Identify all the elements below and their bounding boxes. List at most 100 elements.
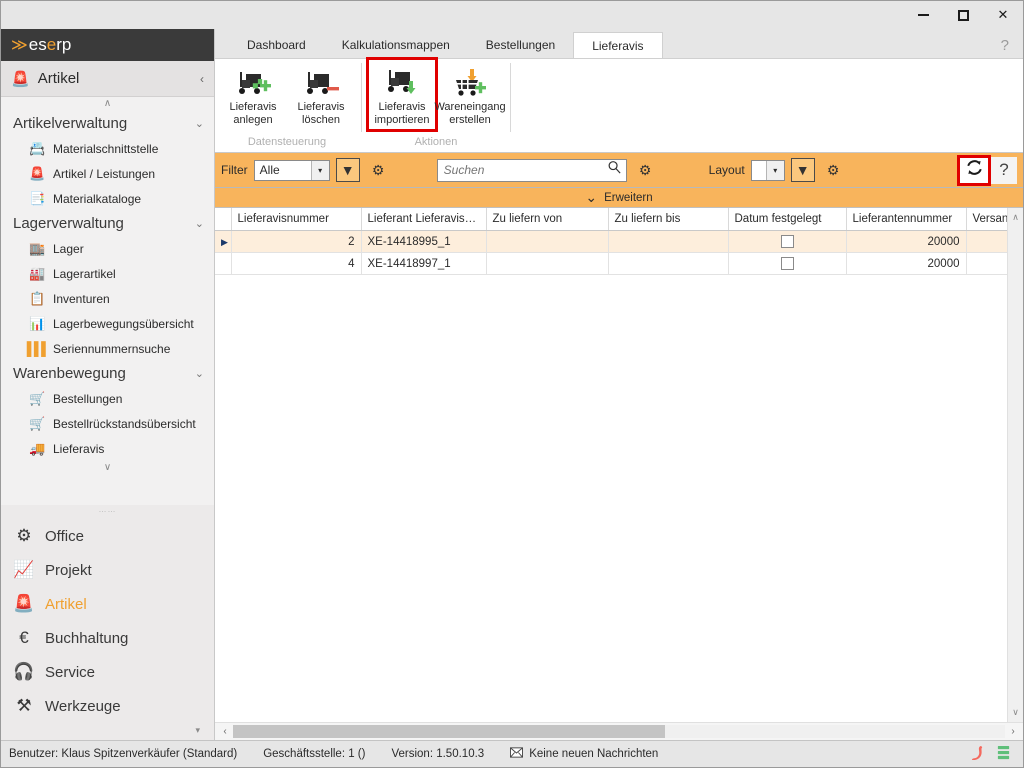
- hscroll-thumb[interactable]: [233, 725, 666, 738]
- tab-kalkulationsmappen[interactable]: Kalkulationsmappen: [324, 32, 468, 58]
- search-box[interactable]: [436, 158, 627, 182]
- gear-icon: ⚙: [826, 161, 840, 178]
- module-item-projekt[interactable]: 📈 Projekt: [1, 553, 214, 587]
- sidebar-item-label: Materialschnittstelle: [53, 141, 159, 156]
- row-indicator: ▶: [215, 230, 232, 253]
- tab-label: Dashboard: [247, 38, 306, 52]
- phone-icon[interactable]: [971, 745, 986, 764]
- sidebar-item-lager[interactable]: 🏬 Lager: [1, 236, 214, 261]
- nav-group-warenbewegung[interactable]: Warenbewegung ⌄: [1, 361, 214, 386]
- sidebar-item-label: Bestellrückstandsübersicht: [53, 416, 196, 431]
- layout-dropdown[interactable]: ▾: [750, 159, 785, 181]
- module-item-service[interactable]: 🎧 Service: [1, 655, 214, 689]
- column-header-versand[interactable]: Versand: [966, 208, 1007, 231]
- column-header-lieferant-lieferavisnummer[interactable]: Lieferant Lieferavisn...: [361, 208, 487, 231]
- lieferavis-importieren-button[interactable]: Lieferavis importieren: [366, 57, 438, 132]
- sidebar-item-lieferavis[interactable]: 🚚 Lieferavis: [1, 436, 214, 461]
- sidebar-item-inventuren[interactable]: 📋 Inventuren: [1, 286, 214, 311]
- grid-horizontal-scrollbar[interactable]: ‹ ›: [215, 722, 1023, 740]
- scroll-right-icon[interactable]: ›: [1005, 726, 1021, 737]
- cart-plus-icon: [450, 65, 490, 101]
- module-label: Artikel: [45, 595, 87, 613]
- module-item-artikel[interactable]: 🚨 Artikel: [1, 587, 214, 621]
- table-row[interactable]: ▶ 2 XE-14418995_1 20000: [215, 230, 1007, 253]
- cell-lieferavisnummer: 2: [231, 230, 362, 253]
- lieferavis-loeschen-button[interactable]: Lieferavis löschen: [287, 59, 355, 130]
- module-item-werkzeuge[interactable]: ⚒ Werkzeuge: [1, 689, 214, 723]
- sidebar-resize-grip[interactable]: ……: [1, 505, 214, 515]
- refresh-icon: [965, 158, 984, 182]
- nav-group-label: Warenbewegung: [13, 365, 126, 382]
- nav-scroll-up-icon[interactable]: ∧: [1, 97, 214, 111]
- sidebar-item-seriennummernsuche[interactable]: ▌▌▌ Seriennummernsuche: [1, 336, 214, 361]
- tab-label: Bestellungen: [485, 38, 556, 52]
- close-button[interactable]: ✕: [983, 1, 1023, 29]
- column-header-lieferavisnummer[interactable]: Lieferavisnummer: [231, 208, 362, 231]
- nav-group-artikelverwaltung[interactable]: Artikelverwaltung ⌄: [1, 111, 214, 136]
- search-input[interactable]: [443, 163, 607, 177]
- hscroll-track[interactable]: [233, 725, 1005, 738]
- sidebar-item-lagerbewegungsuebersicht[interactable]: 📊 Lagerbewegungsübersicht: [1, 311, 214, 336]
- nav-scroll-down-icon[interactable]: ∨: [1, 461, 214, 475]
- module-item-office[interactable]: ⚙ Office: [1, 519, 214, 553]
- nav-group-lagerverwaltung[interactable]: Lagerverwaltung ⌄: [1, 211, 214, 236]
- search-icon[interactable]: [607, 160, 622, 180]
- cell-datum-festgelegt[interactable]: [728, 252, 847, 275]
- sidebar-item-artikel-leistungen[interactable]: 🚨 Artikel / Leistungen: [1, 161, 214, 186]
- sidebar-item-materialkataloge[interactable]: 📑 Materialkataloge: [1, 186, 214, 211]
- materialkataloge-icon: 📑: [29, 190, 46, 206]
- layout-funnel-button[interactable]: ▼: [790, 158, 815, 182]
- sidebar-item-bestellrueckstandsuebersicht[interactable]: 🛒 Bestellrückstandsübersicht: [1, 411, 214, 436]
- module-item-buchhaltung[interactable]: € Buchhaltung: [1, 621, 214, 655]
- funnel-icon: ▼: [340, 162, 355, 178]
- column-header-datum-festgelegt[interactable]: Datum festgelegt: [728, 208, 847, 231]
- tab-lieferavis[interactable]: Lieferavis: [573, 32, 663, 58]
- sidebar-item-label: Lagerbewegungsübersicht: [53, 316, 194, 331]
- grid-vertical-scrollbar[interactable]: ∧ ∨: [1007, 208, 1023, 722]
- current-module-header[interactable]: 🚨 Artikel ‹: [1, 61, 214, 97]
- scroll-down-icon[interactable]: ∨: [1012, 707, 1019, 722]
- ribbon-help-icon[interactable]: ?: [1001, 37, 1023, 58]
- table-row[interactable]: 4 XE-14418997_1 20000: [215, 252, 1007, 275]
- ribbon-group-buttons: Lieferavis importieren Wareneingang erst…: [366, 57, 506, 136]
- expand-filter-bar[interactable]: ⌄ Erweitern: [215, 188, 1023, 208]
- column-header-zu-liefern-von[interactable]: Zu liefern von: [486, 208, 609, 231]
- tab-dashboard[interactable]: Dashboard: [229, 32, 324, 58]
- wareneingang-erstellen-button[interactable]: Wareneingang erstellen: [434, 59, 506, 130]
- checkbox-icon[interactable]: [780, 235, 794, 248]
- tab-label: Kalkulationsmappen: [341, 38, 450, 52]
- status-messages[interactable]: Keine neuen Nachrichten: [510, 747, 684, 761]
- module-more-icon[interactable]: ▾: [1, 723, 214, 740]
- checkbox-icon[interactable]: [780, 257, 794, 270]
- column-header-zu-liefern-bis[interactable]: Zu liefern bis: [608, 208, 729, 231]
- database-icon[interactable]: [996, 745, 1011, 764]
- search-settings-button[interactable]: ⚙: [633, 158, 658, 183]
- cell-lieferant-lieferavisnummer: XE-14418997_1: [361, 252, 487, 275]
- scroll-left-icon[interactable]: ‹: [217, 726, 233, 737]
- layout-label: Layout: [708, 163, 745, 177]
- filter-funnel-button[interactable]: ▼: [335, 158, 360, 182]
- ribbon-group-label: Aktionen: [414, 136, 458, 148]
- minimize-button[interactable]: [903, 1, 943, 29]
- lieferavis-anlegen-button[interactable]: Lieferavis anlegen: [219, 59, 287, 130]
- column-header-lieferantennummer[interactable]: Lieferantennummer: [846, 208, 967, 231]
- cell-datum-festgelegt[interactable]: [728, 230, 847, 253]
- tab-bestellungen[interactable]: Bestellungen: [468, 32, 573, 58]
- collapse-sidebar-icon[interactable]: ‹: [200, 72, 204, 86]
- cell-zu-liefern-von: [486, 230, 609, 253]
- cart-icon: 🛒: [29, 390, 46, 406]
- button-label-line2: anlegen: [233, 114, 273, 127]
- filter-settings-button[interactable]: ⚙: [366, 158, 391, 183]
- refresh-button[interactable]: [957, 154, 991, 186]
- filter-dropdown[interactable]: Alle ▾: [253, 159, 330, 181]
- help-button[interactable]: ?: [991, 156, 1017, 184]
- sidebar-item-bestellungen[interactable]: 🛒 Bestellungen: [1, 386, 214, 411]
- layout-settings-button[interactable]: ⚙: [821, 158, 846, 183]
- maximize-button[interactable]: [943, 1, 983, 29]
- scroll-up-icon[interactable]: ∧: [1012, 208, 1019, 223]
- application-window: ✕ ≫ eserp 🚨 Artikel ‹ ∧ Artikelverwaltun…: [0, 0, 1024, 768]
- close-icon: ✕: [997, 7, 1009, 22]
- sidebar-item-lagerartikel[interactable]: 🏭 Lagerartikel: [1, 261, 214, 286]
- artikel-leistungen-icon: 🚨: [29, 165, 46, 181]
- sidebar-item-materialschnittstelle[interactable]: 📇 Materialschnittstelle: [1, 136, 214, 161]
